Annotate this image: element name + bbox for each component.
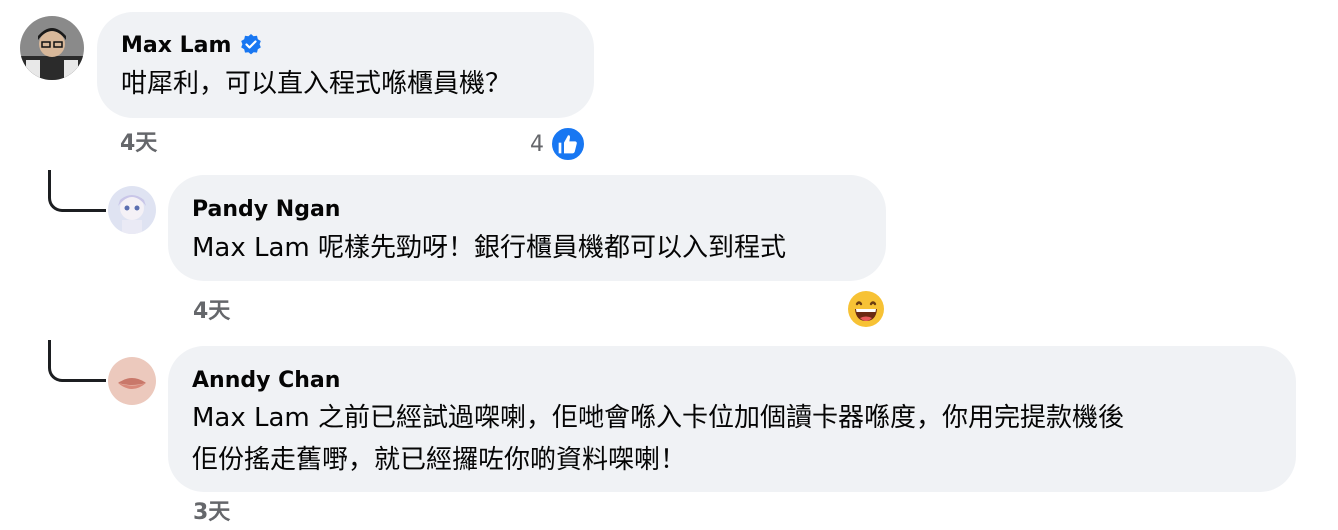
avatar-anndy-chan[interactable] xyxy=(108,357,156,405)
reply-author[interactable]: Pandy Ngan xyxy=(192,196,340,224)
reaction-count[interactable]: 4 xyxy=(530,131,544,159)
reply-author[interactable]: Anndy Chan xyxy=(192,367,340,395)
reply-text: Max Lam 呢樣先勁呀！銀行櫃員機都可以入到程式 xyxy=(192,233,787,263)
reply-timestamp[interactable]: 3天 xyxy=(193,499,230,527)
comment-timestamp[interactable]: 4天 xyxy=(120,130,157,158)
reply-bubble: Pandy Ngan Max Lam 呢樣先勁呀！銀行櫃員機都可以入到程式 xyxy=(168,175,886,281)
grinning-emoji-icon[interactable] xyxy=(847,290,885,328)
reply-bubble: Anndy Chan Max Lam 之前已經試過㗎喇，佢哋會喺入卡位加個讀卡器… xyxy=(168,346,1296,492)
comment-author[interactable]: Max Lam xyxy=(121,32,231,60)
avatar-max-lam[interactable] xyxy=(20,16,84,80)
thread-connector-line xyxy=(48,170,106,212)
comment-text: 咁犀利，可以直入程式喺櫃員機？ xyxy=(121,69,512,99)
comment-bubble: Max Lam 咁犀利，可以直入程式喺櫃員機？ xyxy=(97,12,594,118)
reply-timestamp[interactable]: 4天 xyxy=(193,298,230,326)
reply-text-line-2: 佢份搖走舊嘢，就已經攞咗你啲資料㗎喇！ xyxy=(192,445,687,475)
verified-badge-icon xyxy=(241,34,261,55)
thread-connector-line xyxy=(48,340,106,382)
like-icon[interactable] xyxy=(550,126,586,162)
avatar-pandy-ngan[interactable] xyxy=(108,186,156,234)
reply-text-line-1: Max Lam 之前已經試過㗎喇，佢哋會喺入卡位加個讀卡器喺度，你用完提款機後 xyxy=(192,403,1125,433)
